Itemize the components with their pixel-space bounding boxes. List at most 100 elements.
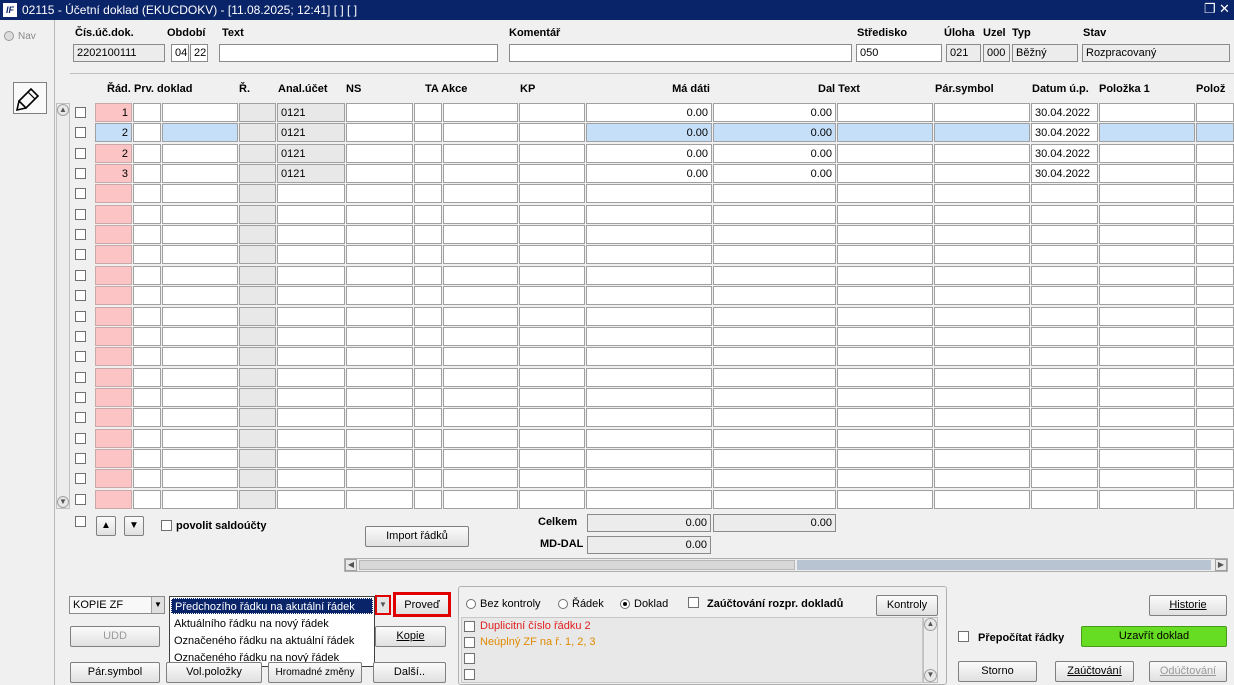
cell-dal[interactable] <box>713 327 836 346</box>
cell-md[interactable] <box>586 347 712 366</box>
grid-scrollbar[interactable]: ▲ ▼ <box>56 103 70 509</box>
cell-r[interactable] <box>239 449 276 468</box>
cell-item1[interactable] <box>1099 184 1195 203</box>
cell-first_doc[interactable] <box>162 286 238 305</box>
cell-first_doc[interactable] <box>162 429 238 448</box>
cell-item[interactable] <box>1196 225 1234 244</box>
cell-anal[interactable] <box>277 408 345 427</box>
cell-md[interactable] <box>586 266 712 285</box>
cell-first_doc[interactable] <box>162 449 238 468</box>
cell-item[interactable] <box>1196 347 1234 366</box>
cell-dal[interactable] <box>713 205 836 224</box>
cell-ta[interactable] <box>414 388 442 407</box>
cell-item1[interactable] <box>1099 286 1195 305</box>
cell-first_doc[interactable] <box>133 164 161 183</box>
cell-first_doc[interactable] <box>133 307 161 326</box>
message-scrollbar[interactable]: ▲ ▼ <box>923 617 938 683</box>
cell-r[interactable] <box>239 490 276 509</box>
cell-dal[interactable] <box>713 225 836 244</box>
row-checkbox[interactable] <box>75 249 86 260</box>
cell-date[interactable] <box>1031 490 1098 509</box>
cell-ta[interactable] <box>414 449 442 468</box>
row-checkbox[interactable] <box>75 188 86 199</box>
cell-kp[interactable] <box>519 368 585 387</box>
cell-ta[interactable] <box>414 286 442 305</box>
cell-dal[interactable] <box>713 449 836 468</box>
cell-md[interactable]: 0.00 <box>586 164 712 183</box>
cell-first_doc[interactable] <box>162 327 238 346</box>
cell-first_doc[interactable] <box>162 164 238 183</box>
cell-anal[interactable] <box>277 245 345 264</box>
cell-ta[interactable] <box>443 408 518 427</box>
cell-par[interactable] <box>934 144 1030 163</box>
cell-date[interactable] <box>1031 449 1098 468</box>
cell-ns[interactable] <box>346 368 413 387</box>
cell-par[interactable] <box>934 469 1030 488</box>
cell-kp[interactable] <box>519 307 585 326</box>
cell-ta[interactable] <box>414 490 442 509</box>
row-checkbox[interactable] <box>75 351 86 362</box>
cell-first_doc[interactable] <box>133 123 161 142</box>
cell-anal[interactable] <box>277 266 345 285</box>
storno-button[interactable]: Storno <box>958 661 1037 682</box>
cell-text[interactable] <box>837 307 933 326</box>
cell-item1[interactable] <box>1099 347 1195 366</box>
cell-text[interactable] <box>837 205 933 224</box>
cell-first_doc[interactable] <box>162 245 238 264</box>
cell-row[interactable]: 2 <box>95 123 132 142</box>
cell-first_doc[interactable] <box>133 286 161 305</box>
cell-item[interactable] <box>1196 184 1234 203</box>
cell-md[interactable] <box>586 388 712 407</box>
cell-text[interactable] <box>837 469 933 488</box>
bulk-changes-button[interactable]: Hromadné změny <box>268 662 362 683</box>
cell-par[interactable] <box>934 103 1030 122</box>
cell-item1[interactable] <box>1099 490 1195 509</box>
free-items-button[interactable]: Vol.položky <box>166 662 262 683</box>
cell-ns[interactable] <box>346 307 413 326</box>
center-field[interactable]: 050 <box>856 44 942 62</box>
cell-md[interactable] <box>586 225 712 244</box>
cell-item1[interactable] <box>1099 144 1195 163</box>
cell-date[interactable] <box>1031 347 1098 366</box>
row-checkbox[interactable] <box>75 127 86 138</box>
cell-md[interactable] <box>586 205 712 224</box>
cell-kp[interactable] <box>519 327 585 346</box>
row-checkbox[interactable] <box>75 148 86 159</box>
cell-text[interactable] <box>837 368 933 387</box>
cell-first_doc[interactable] <box>133 347 161 366</box>
cell-md[interactable] <box>586 449 712 468</box>
cell-first_doc[interactable] <box>133 225 161 244</box>
cell-anal[interactable] <box>277 469 345 488</box>
cell-kp[interactable] <box>519 164 585 183</box>
cell-item[interactable] <box>1196 245 1234 264</box>
cell-date[interactable] <box>1031 388 1098 407</box>
cell-kp[interactable] <box>519 449 585 468</box>
cell-ta[interactable] <box>443 266 518 285</box>
cell-item1[interactable] <box>1099 307 1195 326</box>
status-field[interactable]: Rozpracovaný <box>1082 44 1230 62</box>
message-checkbox[interactable] <box>464 669 475 680</box>
cell-ta[interactable] <box>443 225 518 244</box>
node-field[interactable]: 000 <box>983 44 1010 62</box>
cell-text[interactable] <box>837 103 933 122</box>
row-checkbox[interactable] <box>75 331 86 342</box>
cell-ns[interactable] <box>346 449 413 468</box>
cell-ns[interactable] <box>346 429 413 448</box>
cell-par[interactable] <box>934 368 1030 387</box>
cell-dal[interactable] <box>713 245 836 264</box>
cell-first_doc[interactable] <box>162 408 238 427</box>
cell-kp[interactable] <box>519 347 585 366</box>
cell-first_doc[interactable] <box>162 144 238 163</box>
controls-button[interactable]: Kontroly <box>876 595 938 616</box>
cell-anal[interactable] <box>277 205 345 224</box>
cell-md[interactable] <box>586 327 712 346</box>
cell-kp[interactable] <box>519 388 585 407</box>
cell-kp[interactable] <box>519 266 585 285</box>
cell-row[interactable] <box>95 429 132 448</box>
cell-kp[interactable] <box>519 123 585 142</box>
cell-text[interactable] <box>837 245 933 264</box>
cell-first_doc[interactable] <box>133 408 161 427</box>
cell-r[interactable] <box>239 347 276 366</box>
cell-kp[interactable] <box>519 490 585 509</box>
row-checkbox[interactable] <box>75 372 86 383</box>
